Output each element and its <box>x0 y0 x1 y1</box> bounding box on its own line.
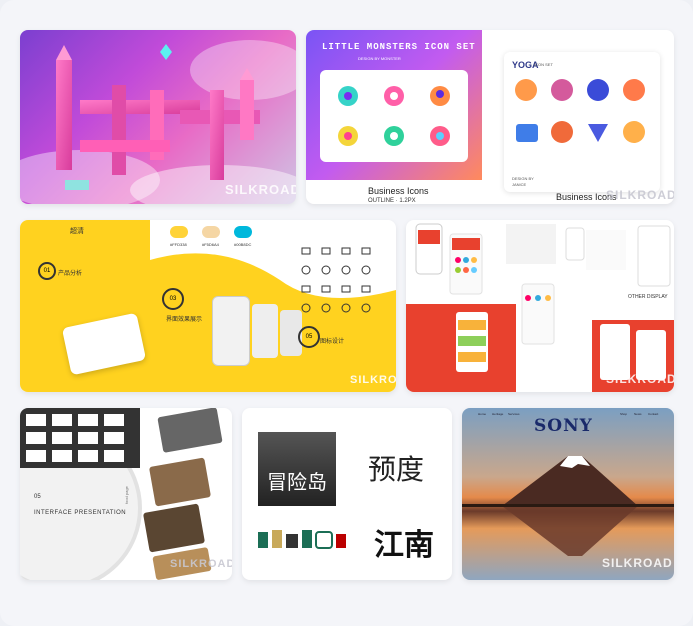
yoga-icon-grid <box>515 79 645 143</box>
interface-step: 05 <box>34 494 41 500</box>
portfolio-card-yellow-app[interactable]: 超清 01 产品分析 #FFD338 #F5D6A4 #00B8DC 03 界面… <box>20 220 396 392</box>
watermark: SILKROAD <box>225 182 296 197</box>
watermark: SILKROAD <box>602 556 673 570</box>
portfolio-card-sony[interactable]: SONY Home Heritage Services Shop News Co… <box>462 408 674 580</box>
step-03-label: 界面效果展示 <box>166 317 203 323</box>
sony-nav: Home Heritage Services Shop News Contact <box>474 412 664 420</box>
typo-word-2: 预度 <box>368 453 425 486</box>
typo-word-3: 江南 <box>374 528 434 563</box>
monsters-panel: LITTLE MONSTERS ICON SET DESIGN BY MONST… <box>306 30 482 180</box>
yoga-panel: YOGA ICON SET DESIGN BY JANICE <box>504 52 660 192</box>
isometric-artwork <box>20 40 296 204</box>
swatch-3 <box>234 226 252 238</box>
gallery-frame: SILKROAD LITTLE MONSTERS ICON SET DESIGN… <box>0 0 693 626</box>
swatch-3-code: #00B8DC <box>234 242 252 247</box>
sony-nav-contact[interactable]: Contact <box>648 412 658 416</box>
monsters-title: LITTLE MONSTERS ICON SET <box>322 42 476 52</box>
interface-title: INTERFACE PRESENTATION <box>34 510 127 516</box>
monsters-caption-sub: OUTLINE · 1.2PX <box>368 198 416 204</box>
sony-nav-home[interactable]: Home <box>478 412 486 416</box>
swatch-1 <box>170 226 188 238</box>
yellow-badge: 超清 <box>70 228 84 235</box>
typo-word-1: 冒险岛 <box>267 470 327 494</box>
monsters-icon-grid <box>320 70 468 162</box>
monsters-caption: Business Icons <box>368 186 429 196</box>
red-app-artwork <box>406 223 674 392</box>
swatch-1-code: #FFD338 <box>170 242 187 247</box>
other-display-label: OTHER DISPLAY <box>628 294 668 300</box>
step-05-label: 图标设计 <box>320 339 345 345</box>
sony-nav-heritage[interactable]: Heritage <box>492 412 503 416</box>
sony-nav-shop[interactable]: Shop <box>620 412 627 416</box>
watermark: SILKROAD <box>606 188 674 202</box>
yellow-icon-grid <box>301 247 371 313</box>
step-03-circle: 03 <box>162 288 184 310</box>
step-01-circle: 01 <box>38 262 56 280</box>
step-05-circle: 05 <box>298 326 320 348</box>
swatch-2-code: #F5D6A4 <box>202 242 219 247</box>
yoga-subtitle: ICON SET <box>534 62 553 67</box>
phone-mockup-2 <box>212 296 250 366</box>
watermark: SILKROAD <box>606 372 674 386</box>
monsters-subtitle: DESIGN BY MONSTER <box>358 56 401 61</box>
watermark: SILKROAD <box>350 374 396 386</box>
portfolio-card-red-app[interactable]: OTHER DISPLAY SILKROAD <box>406 220 674 392</box>
step-01-label: 产品分析 <box>58 271 83 277</box>
swatch-2 <box>202 226 220 238</box>
phone-mockup-3 <box>252 304 278 358</box>
portfolio-card-isometric[interactable]: SILKROAD <box>20 30 296 204</box>
sony-nav-services[interactable]: Services <box>508 412 520 416</box>
watermark: SILKROAD <box>170 558 232 570</box>
portfolio-card-interface[interactable]: 05 INTERFACE PRESENTATION food page SILK… <box>20 408 232 580</box>
portfolio-card-icon-sets[interactable]: LITTLE MONSTERS ICON SET DESIGN BY MONST… <box>306 30 674 204</box>
interface-side-text: food page <box>124 486 129 504</box>
typo-colored-glyphs <box>258 530 346 549</box>
yoga-design-by: DESIGN BY <box>512 176 534 181</box>
portfolio-card-typography[interactable]: 冒险岛 预度 江南 <box>242 408 452 580</box>
yoga-design-name: JANICE <box>512 182 527 187</box>
sony-nav-news[interactable]: News <box>634 412 642 416</box>
